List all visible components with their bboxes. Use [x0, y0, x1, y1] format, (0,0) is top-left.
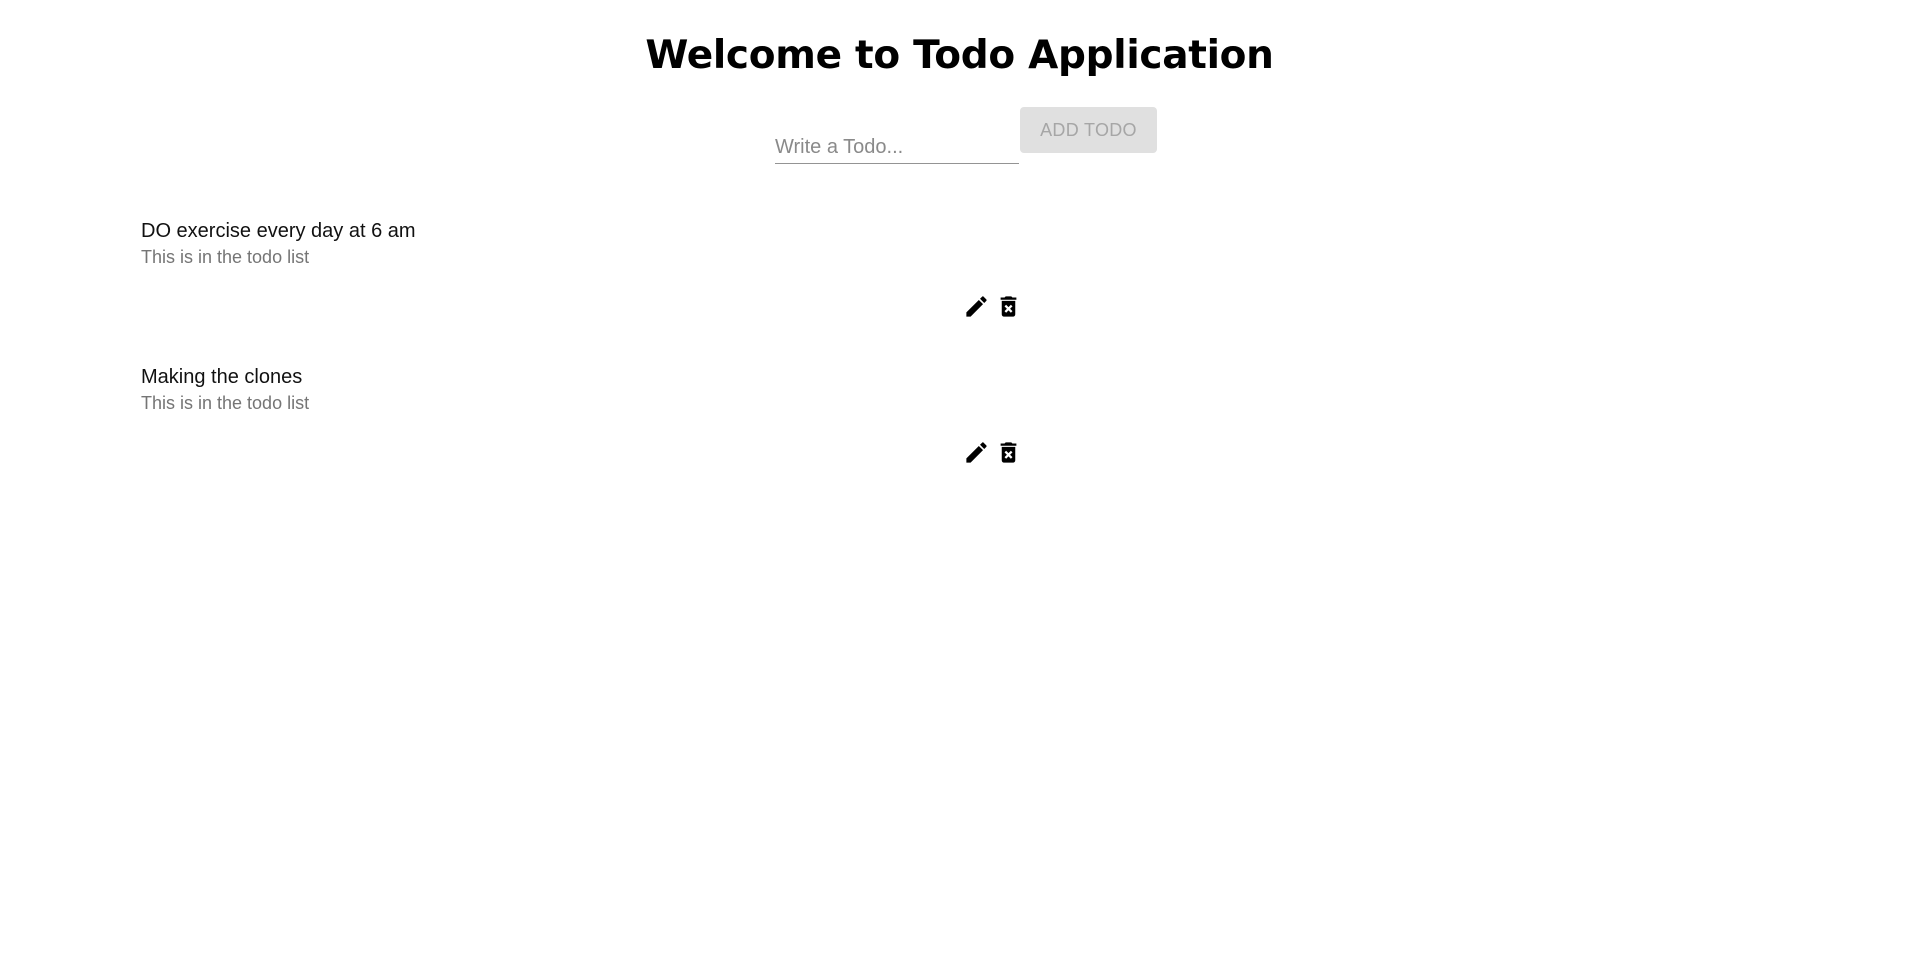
- delete-forever-icon: [1000, 295, 1016, 317]
- todo-app-page: Welcome to Todo Application ADD TODO DO …: [0, 0, 1919, 978]
- todo-subtitle: This is in the todo list: [141, 247, 310, 267]
- todo-subtitle: This is in the todo list: [141, 393, 310, 413]
- todo-actions: [961, 437, 1023, 467]
- list-item: DO exercise every day at 6 am This is in…: [141, 213, 1041, 359]
- todo-list: DO exercise every day at 6 am This is in…: [141, 213, 1041, 505]
- list-item: Making the clones This is in the todo li…: [141, 359, 1041, 505]
- pencil-icon: [965, 441, 987, 463]
- todo-input[interactable]: [775, 131, 1019, 164]
- delete-forever-icon: [1000, 441, 1016, 463]
- page-title: Welcome to Todo Application: [645, 33, 1274, 78]
- todo-actions: [961, 291, 1023, 321]
- delete-button[interactable]: [993, 437, 1023, 467]
- add-todo-button[interactable]: ADD TODO: [1020, 107, 1157, 153]
- todo-text: DO exercise every day at 6 am: [141, 220, 416, 242]
- todo-text: Making the clones: [141, 366, 303, 388]
- pencil-icon: [965, 295, 987, 317]
- edit-button[interactable]: [961, 437, 991, 467]
- delete-button[interactable]: [993, 291, 1023, 321]
- edit-button[interactable]: [961, 291, 991, 321]
